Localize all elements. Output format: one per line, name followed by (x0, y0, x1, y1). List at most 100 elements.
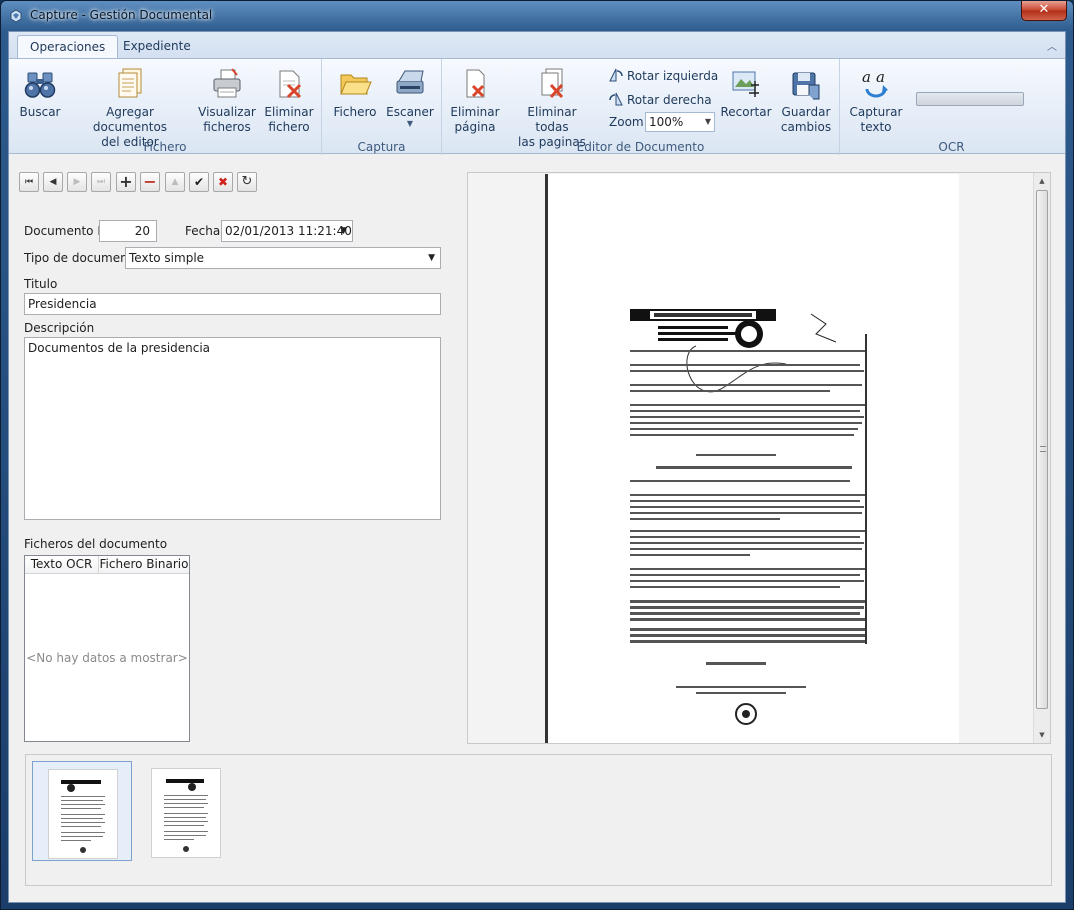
buscar-label: Buscar (19, 105, 61, 119)
capturar-label-1: Capturar (849, 105, 903, 119)
title-bar[interactable]: Capture - Gestión Documental ✕ (1, 1, 1073, 31)
guardar-cambios-button[interactable]: Guardar cambios (778, 67, 834, 135)
grip-icon (1040, 446, 1046, 452)
captura-fichero-button[interactable]: Fichero (330, 67, 380, 120)
documento-id-field[interactable]: 20 (99, 220, 157, 242)
group-editor-documento: Eliminar página Eliminar todas las pagin… (442, 59, 840, 155)
descripcion-textarea[interactable] (24, 337, 441, 520)
main-client-area: Operaciones Expediente ︿ Buscar Agregar … (8, 31, 1066, 903)
document-viewer[interactable]: ▲ ▼ (467, 172, 1051, 744)
page-thumbnail-2[interactable] (144, 761, 244, 861)
nav-prev-button[interactable]: ◀ (43, 172, 63, 192)
eliminar-todas-paginas-button[interactable]: Eliminar todas las paginas (510, 67, 594, 150)
ribbon-tab-strip: Operaciones Expediente ︿ (9, 32, 1065, 58)
agregar-documentos-button[interactable]: Agregar documentos del editor (71, 67, 189, 150)
grid-column-fichero-binario[interactable]: Fichero Binario (99, 556, 189, 574)
group-label-fichero: Fichero (143, 140, 187, 154)
ribbon: Buscar Agregar documentos del editor Vis… (9, 58, 1065, 155)
nav-refresh-button[interactable]: ↻ (237, 172, 257, 192)
scroll-thumb[interactable] (1036, 190, 1048, 709)
group-label-editor: Editor de Documento (576, 140, 705, 154)
rotate-left-icon (609, 68, 623, 82)
recortar-button[interactable]: Recortar (720, 67, 772, 120)
ocr-progress-bar (916, 92, 1024, 106)
fecha-value: 02/01/2013 11:21:40 (225, 224, 352, 238)
titulo-field[interactable]: Presidencia (24, 293, 441, 315)
thumbnail-document-image (61, 780, 105, 853)
nav-first-button[interactable]: ⏮ (19, 172, 39, 192)
group-fichero: Buscar Agregar documentos del editor Vis… (9, 59, 322, 155)
eliminar-pagina-label-1: Eliminar (450, 105, 500, 119)
eliminar-pagina-button[interactable]: Eliminar página (446, 67, 504, 135)
page-thumbnail-strip (25, 754, 1052, 886)
viewer-vertical-scrollbar[interactable]: ▲ ▼ (1033, 173, 1050, 743)
eliminar-fichero-label-2: fichero (268, 120, 310, 134)
scroll-up-icon[interactable]: ▲ (1034, 173, 1050, 189)
escaner-label: Escaner (386, 105, 434, 119)
grid-header: Texto OCR Fichero Binario (25, 556, 189, 574)
captura-fichero-label: Fichero (333, 105, 377, 119)
tipo-documento-label: Tipo de documento (24, 251, 140, 265)
page-thumbnail-1[interactable] (32, 761, 132, 861)
scroll-down-icon[interactable]: ▼ (1034, 727, 1050, 743)
nav-next-button[interactable]: ▶ (67, 172, 87, 192)
visualizar-label-2: ficheros (203, 120, 251, 134)
nav-last-button[interactable]: ⏭ (91, 172, 111, 192)
escaner-dropdown-icon: ▼ (406, 119, 414, 128)
tipo-documento-select[interactable]: Texto simple ▼ (125, 247, 441, 269)
app-logo-icon (10, 9, 22, 23)
group-captura: Fichero Escaner ▼ Captura (322, 59, 442, 155)
eliminar-fichero-label-1: Eliminar (264, 105, 314, 119)
rotar-izquierda-label: Rotar izquierda (627, 69, 719, 83)
capturar-texto-button[interactable]: a a Capturar texto (846, 67, 906, 135)
ficheros-documento-label: Ficheros del documento (24, 537, 168, 551)
window-title: Capture - Gestión Documental (30, 8, 213, 22)
chevron-down-icon: ▼ (704, 117, 711, 126)
ficheros-grid[interactable]: Texto OCR Fichero Binario <No hay datos … (24, 555, 190, 742)
ribbon-collapse-icon[interactable]: ︿ (1047, 38, 1057, 53)
ocr-text-icon: a a (862, 68, 888, 98)
delete-page-icon (466, 69, 485, 98)
crop-icon (732, 71, 759, 97)
chevron-down-icon: ▼ (340, 226, 347, 236)
fecha-datepicker[interactable]: 02/01/2013 11:21:40 ▼ (221, 220, 353, 242)
visualizar-label-1: Visualizar (198, 105, 256, 119)
thumbnail-page-image (49, 770, 117, 858)
chevron-down-icon: ▼ (428, 253, 435, 263)
svg-text:a: a (862, 68, 871, 86)
document-form: ⏮ ◀ ▶ ⏭ + − ▲ ✔ ✖ ↻ Documento Id 20 Fech… (19, 164, 443, 749)
visualizar-ficheros-button[interactable]: Visualizar ficheros (197, 67, 257, 135)
thumbnail-page-image (152, 769, 220, 857)
escaner-dropdown-button[interactable]: Escaner ▼ (384, 67, 436, 128)
tab-expediente[interactable]: Expediente (111, 35, 203, 58)
thumbnail-document-image (164, 779, 208, 852)
buscar-button[interactable]: Buscar (15, 67, 65, 120)
binoculars-icon (24, 72, 56, 98)
group-label-captura: Captura (357, 140, 406, 154)
printer-icon (213, 68, 241, 98)
nav-add-button[interactable]: + (116, 172, 136, 192)
grid-empty-message: <No hay datos a mostrar> (26, 651, 188, 665)
eliminar-fichero-button[interactable]: Eliminar fichero (261, 67, 317, 135)
capturar-label-2: texto (860, 120, 892, 134)
documento-id-label: Documento Id (24, 224, 109, 238)
eliminar-todas-label-1: Eliminar todas (527, 105, 577, 134)
rotate-right-icon (609, 92, 623, 106)
tab-operaciones[interactable]: Operaciones (17, 35, 119, 58)
zoom-select[interactable]: 100% ▼ (645, 112, 715, 132)
nav-up-button[interactable]: ▲ (165, 172, 185, 192)
group-ocr: a a Capturar texto OCR (840, 59, 1063, 155)
save-disk-icon (792, 72, 820, 100)
rotar-derecha-label: Rotar derecha (627, 93, 712, 107)
grid-column-texto-ocr[interactable]: Texto OCR (25, 556, 99, 574)
nav-cancel-button[interactable]: ✖ (213, 172, 233, 192)
svg-text:a: a (876, 68, 885, 86)
rotar-izquierda-button[interactable]: Rotar izquierda (608, 67, 718, 85)
scanner-icon (396, 70, 424, 94)
agregar-label-1: Agregar documentos (92, 105, 168, 134)
eliminar-pagina-label-2: página (454, 120, 496, 134)
nav-remove-button[interactable]: − (140, 172, 160, 192)
close-button[interactable]: ✕ (1021, 1, 1067, 21)
nav-confirm-button[interactable]: ✔ (189, 172, 209, 192)
rotar-derecha-button[interactable]: Rotar derecha (608, 91, 712, 109)
